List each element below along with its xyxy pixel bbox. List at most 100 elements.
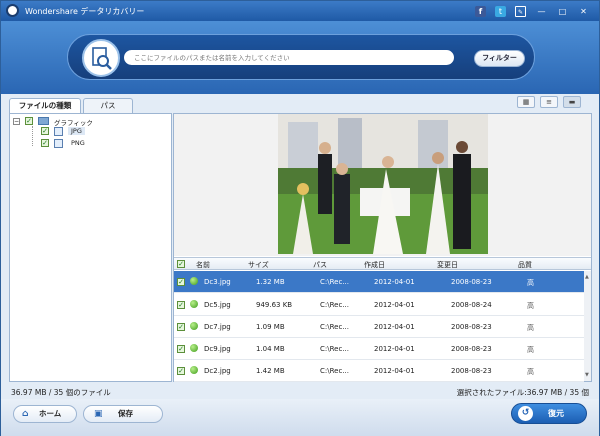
filter-button[interactable]: フィルター <box>474 50 525 67</box>
status-ok-icon <box>190 277 198 285</box>
search-panel: フィルター <box>67 34 535 80</box>
app-window: Wondershare データリカバリー f t ✎ — □ ✕ フィルター フ… <box>0 0 600 436</box>
tree-item-label: JPG <box>68 127 85 135</box>
cell-name: Dc9.jpg <box>204 345 231 353</box>
file-type-tree: − ✓ グラフィック ✓ JPG ✓ PNG <box>9 113 172 382</box>
cell-size: 1.04 MB <box>256 345 285 353</box>
cell-name: Dc7.jpg <box>204 323 231 331</box>
column-header-path[interactable]: パス <box>313 260 327 270</box>
table-row[interactable]: ✓ Dc5.jpg 949.63 KB C:\Rec... 2012-04-01… <box>174 294 584 316</box>
cell-modified: 2008-08-24 <box>451 301 492 309</box>
status-total: 36.97 MB / 35 個のファイル <box>11 388 111 397</box>
quality-icon: 高 <box>527 368 534 376</box>
tab-file-type[interactable]: ファイルの種類 <box>9 98 81 113</box>
thumbnail-view-icon[interactable]: ▦ <box>517 96 535 108</box>
status-bar: 36.97 MB / 35 個のファイル 選択されたファイル:36.97 MB … <box>1 384 599 398</box>
cell-path: C:\Rec... <box>320 345 349 353</box>
table-row[interactable]: ✓ Dc2.jpg 1.42 MB C:\Rec... 2012-04-01 2… <box>174 360 584 382</box>
tab-path[interactable]: パス <box>83 98 133 113</box>
preview-image <box>278 114 488 254</box>
recover-button-label: 復元 <box>548 409 564 418</box>
column-header-size[interactable]: サイズ <box>248 260 269 270</box>
status-ok-icon <box>190 322 198 330</box>
tree-item-label: PNG <box>71 139 85 147</box>
home-icon: ⌂ <box>22 409 29 419</box>
png-file-icon <box>54 139 63 148</box>
maximize-icon[interactable]: □ <box>557 6 568 17</box>
quality-icon: 高 <box>527 346 534 354</box>
close-icon[interactable]: ✕ <box>578 6 589 17</box>
recover-button[interactable]: ↺ 復元 <box>511 403 587 424</box>
cell-size: 1.32 MB <box>256 278 285 286</box>
scroll-up-icon[interactable]: ▲ <box>585 273 590 281</box>
cell-path: C:\Rec... <box>320 301 349 309</box>
status-ok-icon <box>190 344 198 352</box>
twitter-icon[interactable]: t <box>495 6 506 17</box>
search-file-icon <box>82 39 120 77</box>
cell-size: 1.42 MB <box>256 367 285 375</box>
save-icon: ▣ <box>94 409 103 419</box>
cell-name: Dc3.jpg <box>204 278 231 286</box>
cell-created: 2012-04-01 <box>374 367 415 375</box>
tree-item-checkbox[interactable]: ✓ <box>41 139 49 147</box>
scroll-down-icon[interactable]: ▼ <box>585 371 590 379</box>
window-title: Wondershare データリカバリー <box>25 7 145 16</box>
jpg-file-icon <box>54 127 63 136</box>
table-header: ✓ 名前 サイズ パス 作成日 変更日 品質 <box>174 257 591 270</box>
cell-path: C:\Rec... <box>320 367 349 375</box>
search-band: フィルター <box>1 21 599 94</box>
minimize-icon[interactable]: — <box>536 6 547 17</box>
save-button-label: 保存 <box>118 409 133 418</box>
cell-created: 2012-04-01 <box>374 301 415 309</box>
cell-created: 2012-04-01 <box>374 278 415 286</box>
row-checkbox[interactable]: ✓ <box>177 367 185 375</box>
search-input[interactable] <box>124 50 454 65</box>
graphic-folder-icon <box>38 117 49 125</box>
bottom-bar: ⌂ ホーム ▣ 保存 ↺ 復元 <box>1 399 599 436</box>
row-checkbox[interactable]: ✓ <box>177 345 185 353</box>
tree-item-checkbox[interactable]: ✓ <box>41 127 49 135</box>
row-checkbox[interactable]: ✓ <box>177 301 185 309</box>
status-ok-icon <box>190 300 198 308</box>
quality-icon: 高 <box>527 302 534 310</box>
cell-modified: 2008-08-23 <box>451 345 492 353</box>
list-view-icon[interactable]: ≡ <box>540 96 558 108</box>
cell-size: 949.63 KB <box>256 301 293 309</box>
select-all-checkbox[interactable]: ✓ <box>177 260 185 268</box>
cell-modified: 2008-08-23 <box>451 367 492 375</box>
quality-icon: 高 <box>527 324 534 332</box>
cell-name: Dc5.jpg <box>204 301 231 309</box>
app-logo-icon <box>6 4 19 17</box>
collapse-icon[interactable]: − <box>13 118 20 125</box>
home-button[interactable]: ⌂ ホーム <box>13 405 77 423</box>
status-selected: 選択されたファイル:36.97 MB / 35 個 <box>456 388 589 397</box>
cell-modified: 2008-08-23 <box>451 278 492 286</box>
table-row[interactable]: ✓ Dc3.jpg 1.32 MB C:\Rec... 2012-04-01 2… <box>174 271 584 293</box>
vertical-scrollbar[interactable]: ▲ ▼ <box>584 271 591 381</box>
status-ok-icon <box>190 366 198 374</box>
cell-created: 2012-04-01 <box>374 345 415 353</box>
table-row[interactable]: ✓ Dc7.jpg 1.09 MB C:\Rec... 2012-04-01 2… <box>174 316 584 338</box>
column-header-created[interactable]: 作成日 <box>364 260 385 270</box>
facebook-icon[interactable]: f <box>475 6 486 17</box>
recover-icon: ↺ <box>518 406 533 421</box>
column-header-quality[interactable]: 品質 <box>518 260 532 270</box>
cell-created: 2012-04-01 <box>374 323 415 331</box>
row-checkbox[interactable]: ✓ <box>177 278 185 286</box>
save-button[interactable]: ▣ 保存 <box>83 405 163 423</box>
tree-root-label: グラフィック <box>54 119 93 127</box>
tab-strip: ファイルの種類 パス <box>9 98 429 113</box>
cell-modified: 2008-08-23 <box>451 323 492 331</box>
register-icon[interactable]: ✎ <box>515 6 526 17</box>
cell-path: C:\Rec... <box>320 278 349 286</box>
preview-view-icon[interactable]: ▬ <box>563 96 581 108</box>
tree-root-checkbox[interactable]: ✓ <box>25 117 33 125</box>
title-bar: Wondershare データリカバリー f t ✎ — □ ✕ <box>1 1 599 21</box>
column-header-modified[interactable]: 変更日 <box>437 260 458 270</box>
row-checkbox[interactable]: ✓ <box>177 323 185 331</box>
home-button-label: ホーム <box>39 409 62 418</box>
column-header-name[interactable]: 名前 <box>196 260 210 270</box>
table-row[interactable]: ✓ Dc9.jpg 1.04 MB C:\Rec... 2012-04-01 2… <box>174 338 584 360</box>
preview-area <box>174 114 591 256</box>
quality-icon: 高 <box>527 279 534 287</box>
